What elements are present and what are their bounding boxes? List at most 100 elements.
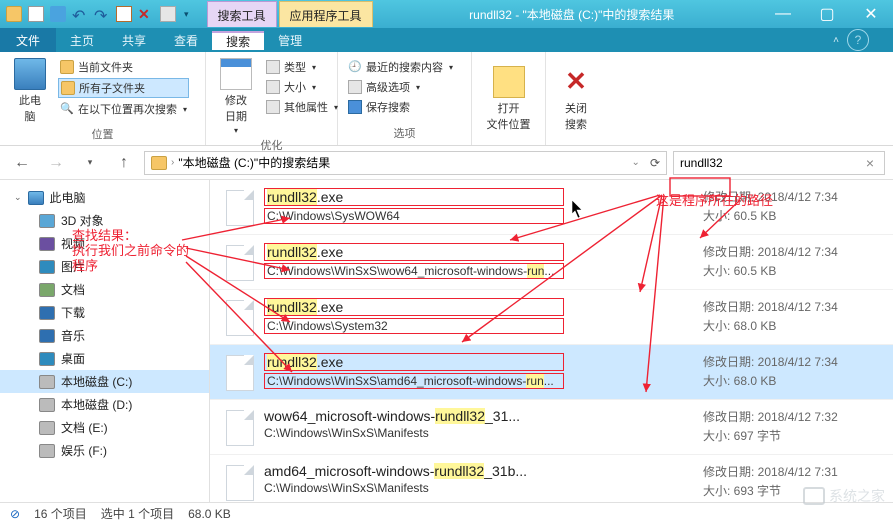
result-name: rundll32.exe: [264, 243, 564, 261]
nav-this-pc[interactable]: ⌄ 此电脑: [0, 186, 209, 209]
close-button[interactable]: ✕: [849, 0, 893, 28]
nav-item-0[interactable]: 3D 对象: [0, 209, 209, 232]
menu-view[interactable]: 查看: [160, 32, 212, 49]
nav-item-8[interactable]: 本地磁盘 (D:): [0, 393, 209, 416]
menu-search[interactable]: 搜索: [212, 31, 264, 50]
nav-item-9[interactable]: 文档 (E:): [0, 416, 209, 439]
body-split: ⌄ 此电脑 3D 对象视频图片文档下载音乐桌面本地磁盘 (C:)本地磁盘 (D:…: [0, 180, 893, 502]
modify-date-button[interactable]: 修改 日期▾: [214, 56, 258, 137]
titlebar: ↶ ↷ ✕ ▾ 搜索工具 应用程序工具 rundll32 - "本地磁盘 (C:…: [0, 0, 893, 28]
help-icon[interactable]: ?: [847, 29, 869, 51]
result-meta: 修改日期: 2018/4/12 7:34大小: 60.5 KB: [703, 188, 883, 226]
search-box[interactable]: ×: [673, 151, 885, 175]
nav-up-button[interactable]: ↑: [110, 150, 138, 176]
nav-back-button[interactable]: ←: [8, 150, 36, 176]
this-pc-button[interactable]: 此电 脑: [8, 56, 52, 126]
nav-item-6[interactable]: 桌面: [0, 347, 209, 370]
current-folder-item[interactable]: 当前文件夹: [58, 58, 189, 76]
file-icon: [226, 245, 254, 281]
undo-icon[interactable]: ↶: [72, 6, 88, 22]
music-icon: [39, 329, 55, 343]
result-name: amd64_microsoft-windows-rundll32_31b...: [264, 463, 527, 479]
recent-icon: 🕘: [348, 60, 362, 74]
result-row[interactable]: rundll32.exeC:\Windows\WinSxS\amd64_micr…: [210, 345, 893, 400]
nav-item-4[interactable]: 下载: [0, 301, 209, 324]
nav-history-button[interactable]: ▾: [76, 150, 104, 176]
redo-icon[interactable]: ↷: [94, 6, 110, 22]
result-row[interactable]: wow64_microsoft-windows-rundll32_31...C:…: [210, 400, 893, 455]
context-tab-headers: 搜索工具 应用程序工具: [207, 1, 375, 27]
file-icon: [226, 355, 254, 391]
qat-dropdown-icon[interactable]: ▾: [184, 9, 189, 20]
refresh-icon[interactable]: ⟳: [650, 156, 660, 170]
results-list: rundll32.exe C:\Windows\SysWOW64 修改日期: 201…: [210, 180, 893, 502]
search-again-item[interactable]: 🔍在以下位置再次搜索▾: [58, 100, 189, 118]
result-row[interactable]: rundll32.exeC:\Windows\WinSxS\wow64_micr…: [210, 235, 893, 290]
result-row[interactable]: rundll32.exeC:\Windows\SysWOW64修改日期: 201…: [210, 180, 893, 235]
open-folder-icon: [493, 66, 525, 98]
window-title: rundll32 - "本地磁盘 (C:)"中的搜索结果: [383, 6, 761, 23]
advanced-icon: [348, 80, 362, 94]
ribbon-collapse-icon[interactable]: ˄: [833, 35, 839, 46]
hdd-icon: [39, 421, 55, 435]
type-item[interactable]: 类型▾: [264, 58, 340, 76]
result-row[interactable]: rundll32.exeC:\Windows\System32修改日期: 201…: [210, 290, 893, 345]
attr-icon: [266, 100, 280, 114]
watermark: 系统之家: [803, 486, 885, 506]
nav-item-3[interactable]: 文档: [0, 278, 209, 301]
type-icon: [266, 60, 280, 74]
maximize-button[interactable]: ▢: [805, 0, 849, 28]
nav-item-10[interactable]: 娱乐 (F:): [0, 439, 209, 462]
clear-search-icon[interactable]: ×: [862, 155, 878, 171]
nav-pane: ⌄ 此电脑 3D 对象视频图片文档下载音乐桌面本地磁盘 (C:)本地磁盘 (D:…: [0, 180, 210, 502]
monitor-icon: [28, 191, 44, 205]
recent-searches-item[interactable]: 🕘最近的搜索内容▾: [346, 58, 463, 76]
menu-bar: 文件 主页 共享 查看 搜索 管理 ˄ ?: [0, 28, 893, 52]
result-path: C:\Windows\WinSxS\amd64_microsoft-window…: [264, 373, 564, 389]
search-loc-icon: 🔍: [60, 102, 74, 116]
other-attr-item[interactable]: 其他属性▾: [264, 98, 340, 116]
nav-forward-button[interactable]: →: [42, 150, 70, 176]
desktop-icon: [39, 352, 55, 366]
minimize-button[interactable]: —: [761, 0, 805, 28]
size-icon: [266, 80, 280, 94]
nav-item-2[interactable]: 图片: [0, 255, 209, 278]
menu-share[interactable]: 共享: [108, 32, 160, 49]
picture-icon: [39, 260, 55, 274]
status-selected: 选中 1 个项目: [101, 505, 174, 522]
address-box[interactable]: › "本地磁盘 (C:)"中的搜索结果 ⌄ ⟳: [144, 151, 667, 175]
close-search-button[interactable]: ✕ 关闭 搜索: [554, 64, 598, 134]
hdd-icon: [39, 444, 55, 458]
delete-icon[interactable]: ✕: [138, 6, 154, 22]
page-icon[interactable]: [28, 6, 44, 22]
menu-manage[interactable]: 管理: [264, 32, 316, 49]
all-subfolders-item[interactable]: 所有子文件夹: [58, 78, 189, 98]
app-tools-tab[interactable]: 应用程序工具: [279, 1, 373, 27]
nav-item-5[interactable]: 音乐: [0, 324, 209, 347]
more-icon[interactable]: [160, 6, 176, 22]
address-dropdown-icon[interactable]: ⌄: [632, 157, 640, 168]
save-icon[interactable]: [50, 6, 66, 22]
result-path: C:\Windows\WinSxS\Manifests: [264, 481, 527, 495]
folder-tree-icon: [61, 81, 75, 95]
new-doc-icon[interactable]: [6, 6, 22, 22]
result-row[interactable]: amd64_microsoft-windows-rundll32_31b... C…: [210, 455, 893, 502]
search-input[interactable]: [680, 156, 856, 170]
save-search-item[interactable]: 保存搜索: [346, 98, 463, 116]
hdd-icon: [39, 375, 55, 389]
this-pc-label: 此电 脑: [19, 92, 41, 124]
search-tools-tab[interactable]: 搜索工具: [207, 1, 277, 27]
nav-item-1[interactable]: 视频: [0, 232, 209, 255]
result-path: C:\Windows\SysWOW64: [264, 208, 564, 224]
chevron-right-icon: ›: [171, 157, 174, 168]
mail-icon[interactable]: [116, 6, 132, 22]
open-location-button[interactable]: 打开 文件位置: [481, 64, 537, 134]
file-icon: [226, 410, 254, 446]
address-bar: ← → ▾ ↑ › "本地磁盘 (C:)"中的搜索结果 ⌄ ⟳ ×: [0, 146, 893, 180]
advanced-options-item[interactable]: 高级选项▾: [346, 78, 463, 96]
menu-home[interactable]: 主页: [56, 32, 108, 49]
address-path: "本地磁盘 (C:)"中的搜索结果: [178, 154, 330, 171]
nav-item-7[interactable]: 本地磁盘 (C:): [0, 370, 209, 393]
file-menu[interactable]: 文件: [0, 28, 56, 52]
size-item[interactable]: 大小▾: [264, 78, 340, 96]
